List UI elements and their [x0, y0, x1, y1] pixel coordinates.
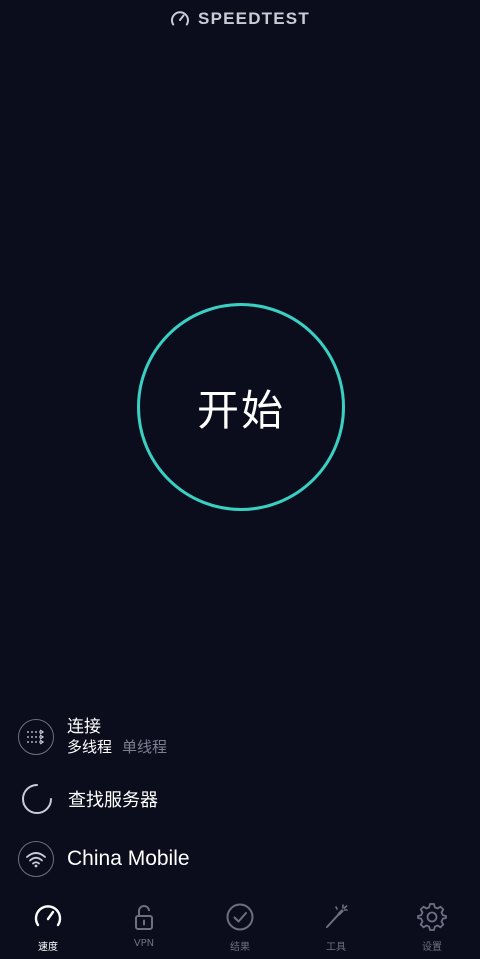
start-label: 开始: [196, 385, 285, 435]
tab-settings-label: 设置: [422, 942, 442, 953]
check-circle-icon: [225, 902, 255, 932]
tab-tools-label: 工具: [326, 942, 346, 953]
tab-vpn[interactable]: VPN: [96, 895, 192, 959]
provider-row: China Mobile: [18, 841, 190, 877]
server-status[interactable]: 查找服务器: [68, 790, 158, 811]
magic-wand-icon: [321, 902, 351, 932]
tab-vpn-label: VPN: [133, 938, 155, 949]
single-thread-option[interactable]: 单线程: [122, 737, 167, 757]
tab-results-label: 结果: [230, 942, 250, 953]
server-row: 查找服务器: [18, 780, 158, 817]
connection-row: 连接 多线程 单线程: [18, 717, 167, 757]
tab-tools[interactable]: 工具: [288, 895, 384, 959]
bottom-tab-bar: 速度 VPN 结果 工具 设置: [0, 895, 480, 959]
tab-results[interactable]: 结果: [192, 895, 288, 959]
app-header: SPEEDTEST: [0, 6, 480, 32]
provider-name[interactable]: China Mobile: [67, 847, 190, 870]
start-test-button[interactable]: 开始: [137, 303, 345, 511]
tab-speed-label: 速度: [38, 942, 58, 953]
connection-title: 连接: [67, 717, 101, 737]
unlock-icon: [129, 902, 159, 932]
speedometer-icon: [170, 9, 190, 29]
app-title: SPEEDTEST: [198, 9, 310, 28]
tab-speed[interactable]: 速度: [0, 895, 96, 959]
multi-connection-icon: [18, 719, 54, 755]
gear-icon: [417, 902, 447, 932]
wifi-icon: [18, 841, 54, 877]
tab-settings[interactable]: 设置: [384, 895, 480, 959]
multi-thread-option[interactable]: 多线程: [67, 737, 112, 757]
loading-spinner-icon: [18, 780, 55, 817]
speedometer-icon: [33, 902, 63, 932]
